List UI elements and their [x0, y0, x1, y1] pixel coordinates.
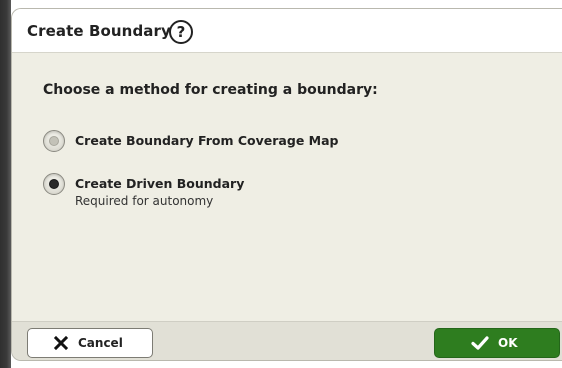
radio-button[interactable]: [43, 130, 65, 152]
ok-button[interactable]: OK: [434, 328, 560, 358]
background-map-edge: [0, 0, 11, 368]
cancel-button[interactable]: Cancel: [27, 328, 153, 358]
option-driven-boundary[interactable]: Create Driven Boundary Required for auto…: [43, 173, 463, 213]
option-sublabel: Required for autonomy: [75, 194, 214, 208]
dialog-footer: Cancel OK: [12, 321, 562, 360]
help-icon[interactable]: ?: [169, 20, 193, 44]
option-label: Create Boundary From Coverage Map: [75, 133, 339, 148]
radio-dot: [49, 136, 59, 146]
close-icon: [53, 335, 69, 351]
option-label: Create Driven Boundary: [75, 176, 245, 191]
option-coverage-map[interactable]: Create Boundary From Coverage Map: [43, 130, 463, 170]
method-prompt: Choose a method for creating a boundary:: [43, 82, 378, 98]
radio-dot: [49, 179, 59, 189]
checkmark-icon: [471, 336, 489, 350]
dialog-title: Create Boundary: [27, 22, 171, 40]
cancel-label: Cancel: [78, 336, 123, 350]
create-boundary-dialog: Create Boundary ? Choose a method for cr…: [11, 8, 562, 361]
dialog-titlebar: Create Boundary ?: [12, 9, 562, 53]
ok-label: OK: [498, 336, 518, 350]
radio-button-selected[interactable]: [43, 173, 65, 195]
